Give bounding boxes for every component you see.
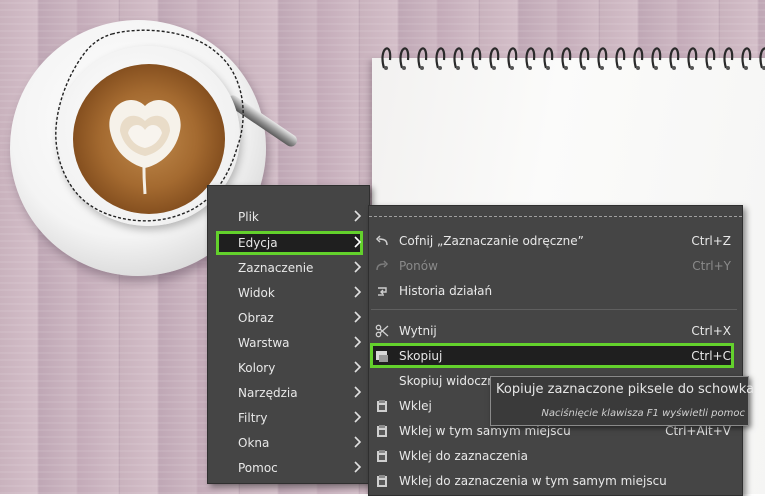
menu-item-okna[interactable]: Okna [208, 431, 369, 455]
menu-item-warstwa[interactable]: Warstwa [208, 331, 369, 355]
menu-item-label: Warstwa [238, 336, 290, 350]
menu-item-label: Cofnij „Zaznaczanie odręczne” [399, 234, 584, 248]
paste-icon [377, 475, 387, 487]
cut-icon [375, 324, 389, 338]
submenu-arrow-icon [354, 210, 362, 222]
paste-icon [377, 400, 387, 412]
menu-item-plik[interactable]: Plik [208, 205, 369, 229]
menu-item-widok[interactable]: Widok [208, 281, 369, 305]
history-icon [378, 287, 387, 296]
menu-item-pomoc[interactable]: Pomoc [208, 456, 369, 480]
menu-item-narzedzia[interactable]: Narzędzia [208, 381, 369, 405]
edit-submenu: Cofnij „Zaznaczanie odręczne” Ctrl+Z Pon… [368, 205, 743, 496]
tooltip-hint: Naciśnięcie klawisza F1 wyświetli pomoc [541, 408, 745, 419]
menu-item-cut[interactable]: Wytnij Ctrl+X [369, 319, 742, 343]
shortcut-label: Ctrl+X [691, 324, 731, 338]
tear-off-line[interactable] [369, 216, 742, 218]
menu-item-zaznaczenie[interactable]: Zaznaczenie [208, 256, 369, 280]
copy-icon [376, 351, 388, 362]
menu-item-label: Edycja [238, 236, 278, 250]
menu-item-label: Pomoc [238, 461, 278, 475]
menu-item-label: Wklej w tym samym miejscu [399, 424, 571, 438]
context-menu: Plik Edycja Zaznaczenie Widok Obraz Wars… [207, 185, 370, 484]
menu-item-label: Wytnij [399, 324, 437, 338]
menu-item-label: Wklej [399, 399, 432, 413]
menu-item-label: Plik [238, 210, 259, 224]
paste-icon [377, 450, 387, 462]
menu-item-history[interactable]: Historia działań [369, 279, 742, 303]
submenu-arrow-icon [354, 361, 362, 373]
menu-item-label: Wklej do zaznaczenia [399, 449, 528, 463]
tooltip-text: Kopiuje zaznaczone piksele do schowka [496, 382, 755, 397]
menu-item-label: Skopiuj [399, 349, 443, 363]
submenu-arrow-icon [354, 336, 362, 348]
submenu-arrow-icon [354, 411, 362, 423]
menu-item-filtry[interactable]: Filtry [208, 406, 369, 430]
menu-separator [371, 309, 737, 310]
menu-item-label: Historia działań [399, 284, 493, 298]
redo-icon [376, 260, 389, 271]
notebook-spiral [381, 47, 765, 70]
submenu-arrow-icon [354, 386, 362, 398]
menu-item-label: Narzędzia [238, 386, 298, 400]
menu-item-kolory[interactable]: Kolory [208, 356, 369, 380]
submenu-arrow-icon [354, 461, 362, 473]
menu-item-paste-into-selection-in-place[interactable]: Wklej do zaznaczenia w tym samym miejscu [369, 469, 742, 493]
menu-item-undo[interactable]: Cofnij „Zaznaczanie odręczne” Ctrl+Z [369, 229, 742, 253]
menu-item-paste-into-selection[interactable]: Wklej do zaznaczenia [369, 444, 742, 468]
paste-icon [377, 425, 387, 437]
submenu-arrow-icon [354, 436, 362, 448]
submenu-arrow-icon [354, 311, 362, 323]
menu-item-label: Widok [238, 286, 275, 300]
submenu-arrow-icon [354, 261, 362, 273]
tooltip: Kopiuje zaznaczone piksele do schowka Na… [490, 376, 754, 426]
menu-item-edycja[interactable]: Edycja [208, 231, 369, 255]
menu-item-redo[interactable]: Ponów Ctrl+Y [369, 254, 742, 278]
shortcut-label: Ctrl+Alt+V [665, 424, 731, 438]
menu-item-label: Okna [238, 436, 270, 450]
submenu-arrow-icon [354, 236, 362, 248]
menu-item-label: Obraz [238, 311, 274, 325]
menu-item-label: Skopiuj widoczne [399, 374, 503, 388]
menu-item-label: Zaznaczenie [238, 261, 314, 275]
menu-item-label: Ponów [399, 259, 438, 273]
menu-item-obraz[interactable]: Obraz [208, 306, 369, 330]
submenu-arrow-icon [354, 286, 362, 298]
menu-item-label: Kolory [238, 361, 276, 375]
menu-item-label: Wklej do zaznaczenia w tym samym miejscu [399, 474, 667, 488]
undo-icon [375, 235, 388, 246]
shortcut-label: Ctrl+C [691, 349, 731, 363]
shortcut-label: Ctrl+Y [692, 259, 731, 273]
menu-item-copy[interactable]: Skopiuj Ctrl+C [369, 343, 742, 368]
menu-item-label: Filtry [238, 411, 268, 425]
shortcut-label: Ctrl+Z [691, 234, 731, 248]
